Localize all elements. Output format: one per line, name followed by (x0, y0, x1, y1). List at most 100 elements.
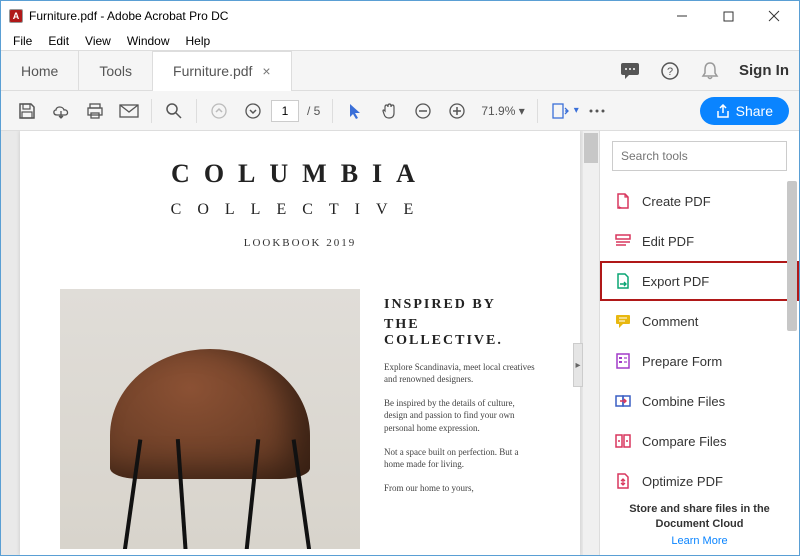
tool-export-pdf[interactable]: Export PDF (600, 261, 799, 301)
maximize-button[interactable] (705, 2, 751, 30)
window-controls (659, 2, 797, 30)
tool-label: Create PDF (642, 194, 711, 209)
prepare-form-icon (614, 352, 632, 370)
doc-body-text: INSPIRED BY THE COLLECTIVE. Explore Scan… (384, 289, 540, 549)
tab-close-icon[interactable]: × (262, 63, 270, 79)
panel-collapse-handle[interactable]: ▸ (573, 343, 583, 387)
tab-tools-label: Tools (99, 63, 132, 79)
edit-pdf-icon (614, 232, 632, 250)
tool-label: Combine Files (642, 394, 725, 409)
tool-prepare-form[interactable]: Prepare Form (600, 341, 799, 381)
comment-icon (614, 312, 632, 330)
bell-icon[interactable] (699, 60, 721, 82)
fit-width-icon[interactable] (544, 95, 576, 127)
doc-p1: Explore Scandinavia, meet local creative… (384, 361, 540, 385)
product-image (60, 289, 360, 549)
sidebar-scrollbar-thumb[interactable] (787, 181, 797, 331)
doc-title: COLUMBIA (60, 159, 540, 189)
tool-label: Edit PDF (642, 234, 694, 249)
optimize-pdf-icon (614, 472, 632, 490)
tool-compare-files[interactable]: Compare Files (600, 421, 799, 461)
sign-in-button[interactable]: Sign In (739, 62, 789, 79)
cloud-promo-text: Store and share files in the Document Cl… (614, 502, 785, 531)
menu-help[interactable]: Help (180, 32, 217, 50)
doc-heading1: INSPIRED BY (384, 297, 540, 313)
search-tools-input[interactable] (612, 141, 787, 171)
tool-create-pdf[interactable]: + Create PDF (600, 181, 799, 221)
fit-dropdown-icon[interactable]: ▾ (574, 105, 579, 116)
zoom-out-icon[interactable] (407, 95, 439, 127)
menu-file[interactable]: File (7, 32, 38, 50)
tool-list: + Create PDF Edit PDF Export PDF Comment… (600, 181, 799, 494)
toolbar-separator (332, 99, 333, 123)
document-page: COLUMBIA COLLECTIVE LOOKBOOK 2019 INSPIR… (20, 131, 580, 555)
share-icon (716, 104, 730, 118)
scrollbar-thumb[interactable] (584, 133, 598, 163)
save-icon[interactable] (11, 95, 43, 127)
doc-p4: From our home to yours, (384, 482, 540, 494)
tools-sidebar: + Create PDF Edit PDF Export PDF Comment… (599, 131, 799, 555)
tool-comment[interactable]: Comment (600, 301, 799, 341)
tool-label: Optimize PDF (642, 474, 723, 489)
zoom-in-icon[interactable] (441, 95, 473, 127)
zoom-value: 71.9% (481, 104, 515, 118)
tool-label: Comment (642, 314, 698, 329)
cloud-icon[interactable] (45, 95, 77, 127)
learn-more-link[interactable]: Learn More (614, 535, 785, 547)
svg-text:?: ? (667, 66, 673, 78)
page-up-icon[interactable] (203, 95, 235, 127)
cloud-promo: Store and share files in the Document Cl… (600, 494, 799, 555)
doc-heading2: THE COLLECTIVE. (384, 317, 540, 349)
menu-bar: File Edit View Window Help (1, 31, 799, 51)
title-bar-left: A Furniture.pdf - Adobe Acrobat Pro DC (9, 9, 228, 23)
tabbar-right: ? Sign In (619, 60, 789, 82)
tool-edit-pdf[interactable]: Edit PDF (600, 221, 799, 261)
tool-optimize-pdf[interactable]: Optimize PDF (600, 461, 799, 494)
toolbar-separator (196, 99, 197, 123)
content-area: COLUMBIA COLLECTIVE LOOKBOOK 2019 INSPIR… (1, 131, 799, 555)
page-number-input[interactable] (271, 100, 299, 122)
title-bar: A Furniture.pdf - Adobe Acrobat Pro DC (1, 1, 799, 31)
share-label: Share (736, 103, 773, 119)
menu-edit[interactable]: Edit (42, 32, 75, 50)
tab-tools[interactable]: Tools (79, 51, 153, 91)
toolbar-separator (537, 99, 538, 123)
tool-label: Compare Files (642, 434, 727, 449)
page-down-icon[interactable] (237, 95, 269, 127)
tab-home[interactable]: Home (1, 51, 79, 91)
combine-files-icon (614, 392, 632, 410)
doc-p3: Not a space built on perfection. But a h… (384, 446, 540, 470)
pointer-icon[interactable] (339, 95, 371, 127)
toolbar: / 5 71.9% ▾ ▾ Share (1, 91, 799, 131)
sidebar-scrollbar[interactable] (787, 181, 797, 461)
tab-home-label: Home (21, 63, 58, 79)
hand-icon[interactable] (373, 95, 405, 127)
search-icon[interactable] (158, 95, 190, 127)
help-icon[interactable]: ? (659, 60, 681, 82)
close-button[interactable] (751, 2, 797, 30)
export-pdf-icon (614, 272, 632, 290)
window-title: Furniture.pdf - Adobe Acrobat Pro DC (29, 9, 228, 23)
toolbar-separator (151, 99, 152, 123)
page-total: / 5 (301, 104, 326, 118)
minimize-button[interactable] (659, 2, 705, 30)
zoom-level[interactable]: 71.9% ▾ (475, 102, 530, 120)
tab-bar: Home Tools Furniture.pdf × ? Sign In (1, 51, 799, 91)
tool-label: Prepare Form (642, 354, 722, 369)
more-icon[interactable] (581, 95, 613, 127)
print-icon[interactable] (79, 95, 111, 127)
doc-subtitle: COLLECTIVE (60, 201, 540, 219)
share-button[interactable]: Share (700, 97, 789, 125)
tab-document[interactable]: Furniture.pdf × (153, 51, 292, 91)
svg-text:+: + (618, 206, 622, 211)
tool-combine-files[interactable]: Combine Files (600, 381, 799, 421)
document-scrollbar[interactable] (583, 131, 599, 555)
tab-document-label: Furniture.pdf (173, 63, 252, 79)
tool-label: Export PDF (642, 274, 709, 289)
document-viewport[interactable]: COLUMBIA COLLECTIVE LOOKBOOK 2019 INSPIR… (1, 131, 599, 555)
mail-icon[interactable] (113, 95, 145, 127)
compare-files-icon (614, 432, 632, 450)
chat-icon[interactable] (619, 60, 641, 82)
menu-view[interactable]: View (79, 32, 117, 50)
menu-window[interactable]: Window (121, 32, 176, 50)
